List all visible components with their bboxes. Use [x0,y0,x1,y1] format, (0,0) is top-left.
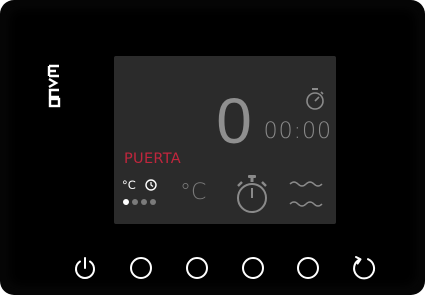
power-icon [75,257,95,279]
display-screen: 0 00:00 PUERTA °C °C [114,56,336,224]
evco-logo [47,64,61,108]
timer-readout: 00:00 [263,119,332,144]
key-1-button[interactable] [128,255,154,281]
page-dot [150,199,156,205]
temperature-unit: °C [180,180,207,205]
key-4-button[interactable] [295,255,321,281]
key-2-button[interactable] [184,255,210,281]
main-value: 0 [216,85,252,157]
circle-icon [242,257,264,279]
stopwatch-icon [237,175,267,213]
page-indicator [123,199,156,207]
waves-icon [289,181,323,207]
power-button[interactable] [72,255,98,281]
controller-panel: 0 00:00 PUERTA °C °C [0,0,425,295]
refresh-icon [353,256,375,280]
mode-unit-label: °C [122,178,136,192]
clock-icon [145,179,157,191]
key-3-button[interactable] [240,255,266,281]
circle-icon [297,257,319,279]
page-dot-active [123,199,129,205]
refresh-button[interactable] [351,255,377,281]
page-dot [132,199,138,205]
status-message: PUERTA [124,151,181,167]
page-dot [141,199,147,205]
circle-icon [186,257,208,279]
stopwatch-small-icon [306,88,324,110]
circle-icon [130,257,152,279]
